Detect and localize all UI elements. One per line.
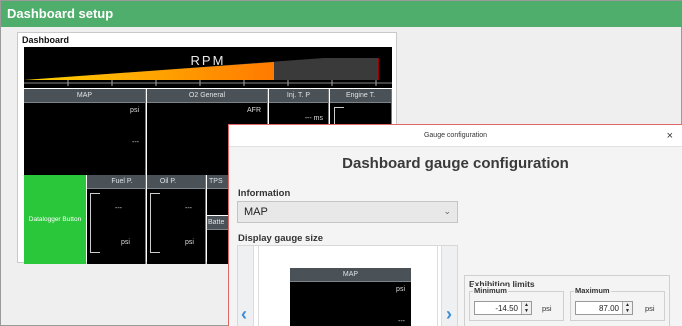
gauge-title: MAP: [24, 89, 145, 103]
maximum-unit: psi: [645, 304, 655, 313]
maximum-label: Maximum: [574, 286, 611, 295]
maximum-spinner[interactable]: ▲ ▼: [622, 302, 632, 314]
minimum-spinner[interactable]: ▲ ▼: [521, 302, 531, 314]
minimum-unit: psi: [542, 304, 552, 313]
minimum-input[interactable]: -14.50 ▲ ▼: [474, 301, 532, 315]
rpm-label: RPM: [190, 53, 226, 68]
selected-information: MAP: [244, 206, 268, 218]
gauge-value: ---: [185, 205, 192, 212]
dialog-titlebar: Gauge configuration ×: [229, 125, 682, 147]
close-icon[interactable]: ×: [667, 125, 673, 147]
spin-down-icon[interactable]: ▼: [522, 308, 531, 314]
minimum-group: Minimum -14.50 ▲ ▼ psi: [469, 286, 564, 321]
gauge-title: O2 General: [147, 89, 267, 103]
gauge-battery[interactable]: Batte: [207, 216, 229, 264]
gauge-title: Fuel P.: [87, 175, 145, 189]
gauge-value: ---: [115, 205, 122, 212]
gauge-title: Engine T.: [330, 89, 391, 103]
gauge-bar: [90, 193, 100, 253]
gauge-title: TPS: [207, 175, 228, 189]
datalogger-button[interactable]: Datalogger Button: [24, 175, 86, 264]
minimum-label: Minimum: [473, 286, 508, 295]
gauge-fuel-pressure[interactable]: Fuel P. --- psi: [87, 175, 146, 264]
app-window: Dashboard setup Dashboard RPM MAP psi --…: [0, 0, 682, 326]
minimum-value: -14.50: [495, 304, 518, 313]
gauge-title: MAP: [290, 268, 411, 282]
gauge-preview-frame: MAP psi ---: [258, 246, 438, 326]
rpm-gauge[interactable]: RPM: [24, 47, 392, 88]
gauge-title: Oil P.: [147, 175, 205, 189]
chevron-down-icon: ⌄: [443, 206, 451, 216]
exhibition-limits: Exhibition limits Minimum -14.50 ▲ ▼ psi…: [464, 275, 670, 326]
left-arrow-icon: ‹: [241, 304, 247, 324]
gauge-config-dialog: Gauge configuration × Dashboard gauge co…: [228, 124, 682, 326]
maximum-group: Maximum 87.00 ▲ ▼ psi: [570, 286, 665, 321]
gauge-oil-pressure[interactable]: Oil P. --- psi: [147, 175, 206, 264]
spin-down-icon[interactable]: ▼: [623, 308, 632, 314]
gauge-size-label: Display gauge size: [238, 233, 324, 244]
gauge-unit: psi: [130, 107, 139, 114]
gauge-map[interactable]: MAP psi ---: [24, 89, 146, 175]
next-size-button[interactable]: ›: [441, 246, 457, 326]
gauge-value: ---: [132, 139, 139, 146]
right-arrow-icon: ›: [446, 304, 452, 324]
gauge-title: Batte: [207, 216, 228, 230]
gauge-unit: psi: [121, 239, 130, 246]
maximum-input[interactable]: 87.00 ▲ ▼: [575, 301, 633, 315]
gauge-unit: AFR: [247, 107, 261, 114]
app-title: Dashboard setup: [1, 1, 682, 27]
gauge-unit: psi: [185, 239, 194, 246]
gauge-value: --- ms: [304, 115, 323, 122]
gauge-preview: MAP psi ---: [290, 268, 411, 326]
information-select[interactable]: MAP ⌄: [237, 201, 458, 223]
panel-title: Dashboard: [22, 35, 70, 45]
gauge-value: ---: [398, 318, 405, 325]
dialog-heading: Dashboard gauge configuration: [342, 155, 569, 172]
maximum-value: 87.00: [598, 304, 619, 313]
information-label: Information: [238, 188, 291, 199]
gauge-size-selector: ‹ MAP psi --- ›: [237, 245, 458, 326]
gauge-title: Inj. T. P: [269, 89, 328, 103]
dialog-title: Gauge configuration: [423, 132, 488, 139]
gauge-unit: psi: [396, 286, 405, 293]
gauge-tps[interactable]: TPS: [207, 175, 229, 215]
gauge-bar: [150, 193, 160, 253]
prev-size-button[interactable]: ‹: [238, 246, 254, 326]
